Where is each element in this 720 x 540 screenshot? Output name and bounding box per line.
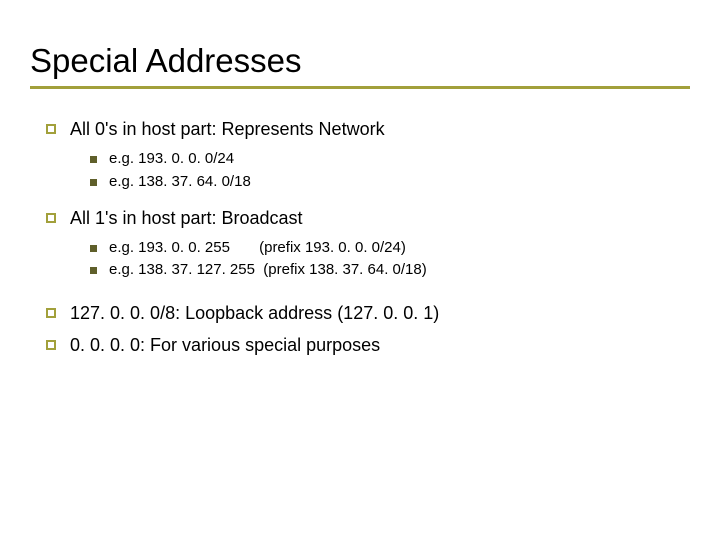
list-item: 127. 0. 0. 0/8: Loopback address (127. 0… [46, 301, 690, 325]
sub-list: e.g. 193. 0. 0. 0/24 e.g. 138. 37. 64. 0… [46, 149, 690, 192]
content-body: All 0's in host part: Represents Network… [30, 117, 690, 357]
sub-list-item-text: e.g. 193. 0. 0. 255 (prefix 193. 0. 0. 0… [109, 238, 690, 258]
square-bullet-icon [46, 124, 56, 134]
sub-list-item-text: e.g. 138. 37. 127. 255 (prefix 138. 37. … [109, 260, 690, 280]
square-bullet-icon [46, 340, 56, 350]
filled-square-bullet-icon [90, 156, 97, 163]
slide-title: Special Addresses [30, 42, 690, 89]
list-item-text: 0. 0. 0. 0: For various special purposes [70, 333, 690, 357]
filled-square-bullet-icon [90, 267, 97, 274]
list-item-text: All 1's in host part: Broadcast [70, 206, 690, 230]
list-item: 0. 0. 0. 0: For various special purposes [46, 333, 690, 357]
list-item-text: 127. 0. 0. 0/8: Loopback address (127. 0… [70, 301, 690, 325]
sub-list-item-text: e.g. 193. 0. 0. 0/24 [109, 149, 690, 169]
list-item: All 0's in host part: Represents Network [46, 117, 690, 141]
list-item-text: All 0's in host part: Represents Network [70, 117, 690, 141]
sub-list-item: e.g. 138. 37. 127. 255 (prefix 138. 37. … [90, 260, 690, 280]
filled-square-bullet-icon [90, 245, 97, 252]
sub-list: e.g. 193. 0. 0. 255 (prefix 193. 0. 0. 0… [46, 238, 690, 281]
sub-list-item: e.g. 138. 37. 64. 0/18 [90, 172, 690, 192]
sub-list-item: e.g. 193. 0. 0. 255 (prefix 193. 0. 0. 0… [90, 238, 690, 258]
filled-square-bullet-icon [90, 179, 97, 186]
sub-list-item: e.g. 193. 0. 0. 0/24 [90, 149, 690, 169]
list-item: All 1's in host part: Broadcast [46, 206, 690, 230]
square-bullet-icon [46, 213, 56, 223]
square-bullet-icon [46, 308, 56, 318]
sub-list-item-text: e.g. 138. 37. 64. 0/18 [109, 172, 690, 192]
